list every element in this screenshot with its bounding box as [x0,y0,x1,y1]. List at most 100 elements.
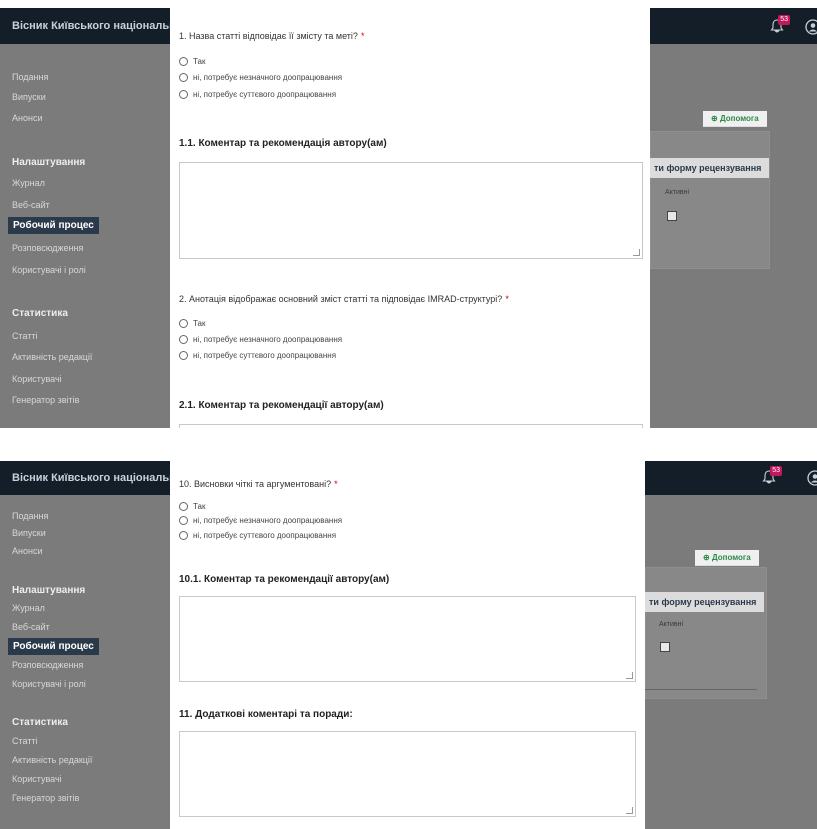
sidebar-item-distribution[interactable]: Розповсюдження [12,243,83,253]
active-column-header: Активні [665,189,690,196]
resize-handle-icon[interactable] [626,672,633,679]
option-major-revision[interactable]: ні, потребує суттєвого доопрацювання [179,531,336,540]
sidebar-item-announcements[interactable]: Анонси [12,113,42,123]
screenshot-bottom: Вісник Київського національн 53 Подання … [0,461,817,829]
sidebar-heading-statistics: Статистика [12,308,68,319]
active-column-header: Активні [659,621,684,628]
sidebar-item-issues[interactable]: Випуски [12,528,46,538]
option-label: Так [193,319,206,328]
help-tab-label: Допомога [711,553,751,562]
sidebar-item-users-roles[interactable]: Користувачі і ролі [12,679,86,689]
sidebar-item-articles[interactable]: Статті [12,736,38,746]
option-yes[interactable]: Так [179,319,205,328]
sidebar-item-submissions[interactable]: Подання [12,511,48,521]
sidebar-item-website[interactable]: Веб-сайт [12,200,50,210]
journal-title[interactable]: Вісник Київського національн [12,472,176,484]
background-card [650,131,770,269]
required-marker: * [360,31,365,41]
sidebar-item-submissions[interactable]: Подання [12,72,48,82]
comment-heading-2-1: 2.1. Коментар та рекомендації автору(ам) [179,400,384,411]
notification-count-badge: 53 [770,466,782,476]
screenshot-top: Вісник Київського національн 53 Подання … [0,8,817,428]
question-2-text: 2. Анотація відображає основний зміст ст… [179,294,503,304]
sidebar-item-workflow[interactable]: Робочий процес [8,638,99,655]
sidebar-item-distribution[interactable]: Розповсюдження [12,660,83,670]
sidebar-item-report-generator[interactable]: Генератор звітів [12,395,79,405]
option-label: Так [193,502,206,511]
option-yes[interactable]: Так [179,502,205,511]
option-label: ні, потребує незначного доопрацювання [193,516,343,525]
option-label: ні, потребує незначного доопрацювання [193,73,343,82]
option-label: Так [193,57,206,66]
sidebar-item-journal[interactable]: Журнал [12,603,45,613]
radio-button[interactable] [179,516,188,525]
comment-heading-10-1: 10.1. Коментар та рекомендації автору(ам… [179,574,390,585]
additional-comments-textarea[interactable] [179,731,636,817]
option-label: ні, потребує незначного доопрацювання [193,335,343,344]
option-label: ні, потребує суттєвого доопрацювання [193,351,337,360]
sidebar-item-articles[interactable]: Статті [12,331,38,341]
sidebar-item-users-stats[interactable]: Користувачі [12,774,62,784]
review-form-button[interactable]: ти форму рецензування [645,592,765,612]
help-icon: ⊕ [711,114,720,123]
review-form-modal: 10. Висновки чіткі та аргументовані? * Та… [170,461,645,829]
active-checkbox[interactable] [667,211,677,221]
sidebar-heading-settings: Налаштування [12,157,86,168]
option-minor-revision[interactable]: ні, потребує незначного доопрацювання [179,335,342,344]
sidebar-item-announcements[interactable]: Анонси [12,546,42,556]
sidebar-item-website[interactable]: Веб-сайт [12,622,50,632]
help-tab[interactable]: ⊕ Допомога [695,550,759,566]
question-10: 10. Висновки чіткі та аргументовані? * [179,479,338,489]
notification-bell-icon[interactable]: 53 [762,466,782,484]
sidebar-item-users-roles[interactable]: Користувачі і ролі [12,265,86,275]
radio-button[interactable] [179,73,188,82]
question-1: 1. Назва статті відповідає її змісту та … [179,31,364,41]
comment-textarea-1-1[interactable] [179,162,643,259]
radio-button[interactable] [179,90,188,99]
sidebar-item-report-generator[interactable]: Генератор звітів [12,793,79,803]
table-divider [645,689,757,690]
notification-bell-icon[interactable]: 53 [770,15,790,33]
comment-heading-1-1: 1.1. Коментар та рекомендація автору(ам) [179,138,387,149]
radio-button[interactable] [179,351,188,360]
sidebar-item-editorial-activity[interactable]: Активність редакції [12,352,92,362]
sidebar-item-issues[interactable]: Випуски [12,92,46,102]
comment-textarea-2-1[interactable] [179,424,643,428]
user-account-icon[interactable] [807,470,817,486]
radio-button[interactable] [179,531,188,540]
comment-textarea-10-1[interactable] [179,596,636,682]
option-label: ні, потребує суттєвого доопрацювання [193,531,337,540]
help-tab-label: Допомога [719,114,759,123]
sidebar-item-workflow[interactable]: Робочий процес [8,217,99,234]
background-card [645,567,767,699]
user-account-icon[interactable] [805,19,817,35]
required-marker: * [505,294,509,304]
question-2: 2. Анотація відображає основний зміст ст… [179,294,509,304]
sidebar-heading-statistics: Статистика [12,717,68,728]
resize-handle-icon[interactable] [626,807,633,814]
sidebar-item-editorial-activity[interactable]: Активність редакції [12,755,92,765]
required-marker: * [334,479,338,489]
option-label: ні, потребує суттєвого доопрацювання [193,90,337,99]
help-tab[interactable]: ⊕ Допомога [703,111,767,127]
active-checkbox[interactable] [660,642,670,652]
radio-button[interactable] [179,57,188,66]
question-1-text: 1. Назва статті відповідає її змісту та … [179,31,358,41]
option-major-revision[interactable]: ні, потребує суттєвого доопрацювання [179,90,336,99]
journal-title[interactable]: Вісник Київського національн [12,20,176,32]
option-minor-revision[interactable]: ні, потребує незначного доопрацювання [179,516,342,525]
option-major-revision[interactable]: ні, потребує суттєвого доопрацювання [179,351,336,360]
radio-button[interactable] [179,319,188,328]
resize-handle-icon[interactable] [633,249,640,256]
radio-button[interactable] [179,335,188,344]
review-form-modal: 1. Назва статті відповідає її змісту та … [170,8,650,428]
option-minor-revision[interactable]: ні, потребує незначного доопрацювання [179,73,342,82]
question-10-text: 10. Висновки чіткі та аргументовані? [179,479,332,489]
sidebar-heading-settings: Налаштування [12,585,86,596]
notification-count-badge: 53 [778,15,790,25]
radio-button[interactable] [179,502,188,511]
sidebar-item-users-stats[interactable]: Користувачі [12,374,62,384]
option-yes[interactable]: Так [179,57,205,66]
sidebar-item-journal[interactable]: Журнал [12,178,45,188]
review-form-button[interactable]: ти форму рецензування [650,158,770,178]
